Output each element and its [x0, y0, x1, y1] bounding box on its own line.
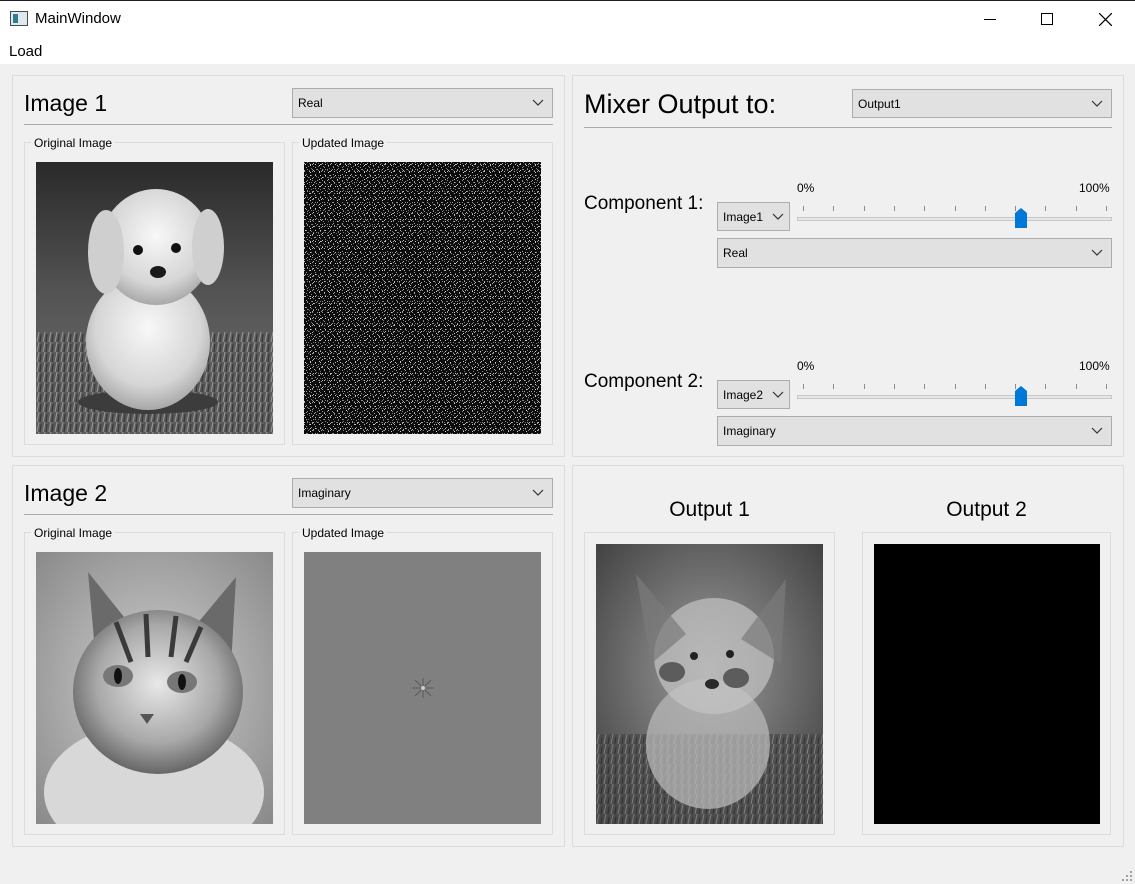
image1-title: Image 1: [24, 90, 108, 116]
image1-component-select[interactable]: Real: [292, 88, 553, 118]
menu-bar: [0, 38, 1135, 64]
component2-image-select[interactable]: Image2: [717, 380, 790, 409]
output2-image: [874, 544, 1100, 824]
slider-tick: [894, 384, 895, 389]
minimize-icon: [984, 19, 996, 20]
window-title: MainWindow: [35, 10, 121, 27]
image2-component-select[interactable]: Imaginary: [292, 478, 553, 508]
component1-image-select[interactable]: Image1: [717, 202, 790, 231]
image2-updated-image: [304, 552, 541, 824]
component1-image-value: Image1: [723, 209, 764, 224]
slider-tick: [1076, 384, 1077, 389]
mixer-output-label: Mixer Output to:: [584, 89, 777, 119]
slider-tick: [924, 206, 925, 211]
component1-slider-track: [797, 217, 1112, 221]
slider-tick: [833, 384, 834, 389]
slider-tick: [924, 384, 925, 389]
component1-slider-max-label: 100%: [1079, 181, 1110, 195]
chevron-down-icon: [772, 213, 784, 220]
slider-tick: [864, 384, 865, 389]
image2-divider: [24, 514, 553, 515]
image1-updated-image: [304, 162, 541, 434]
slider-tick: [1076, 206, 1077, 211]
component1-slider-min-label: 0%: [797, 181, 815, 195]
slider-tick: [894, 206, 895, 211]
slider-tick: [864, 206, 865, 211]
mixer-output-select[interactable]: Output1: [852, 89, 1112, 118]
image2-updated-label: Updated Image: [299, 526, 388, 540]
image1-original-label: Original Image: [31, 136, 116, 150]
component1-type-select[interactable]: Real: [717, 238, 1112, 268]
resize-grip-icon[interactable]: [1121, 870, 1133, 882]
component1-slider[interactable]: [797, 202, 1112, 228]
image1-component-value: Real: [298, 96, 323, 110]
slider-tick: [1106, 206, 1107, 211]
minimize-button[interactable]: [961, 0, 1019, 38]
output2-title: Output 2: [946, 498, 1027, 521]
slider-tick: [1045, 384, 1046, 389]
slider-tick: [803, 384, 804, 389]
component2-image-value: Image2: [723, 387, 764, 402]
close-button[interactable]: [1076, 0, 1134, 38]
image1-divider: [24, 124, 553, 125]
component1-slider-thumb[interactable]: [1015, 208, 1027, 228]
image2-component-value: Imaginary: [298, 486, 351, 500]
menu-load[interactable]: Load: [9, 43, 42, 60]
component2-slider-thumb[interactable]: [1015, 386, 1027, 406]
slider-tick: [955, 206, 956, 211]
maximize-icon: [1041, 13, 1053, 25]
image1-updated-label: Updated Image: [299, 136, 388, 150]
component2-type-select[interactable]: Imaginary: [717, 416, 1112, 446]
output1-image: [596, 544, 823, 824]
component2-slider-min-label: 0%: [797, 359, 815, 373]
slider-tick: [1106, 384, 1107, 389]
mixer-output-value: Output1: [858, 96, 901, 111]
component2-type-value: Imaginary: [723, 424, 776, 438]
close-icon: [1098, 12, 1112, 26]
image2-original-label: Original Image: [31, 526, 116, 540]
component2-slider[interactable]: [797, 380, 1112, 406]
chevron-down-icon: [772, 391, 784, 398]
image2-title: Image 2: [24, 480, 108, 506]
chevron-down-icon: [1091, 249, 1103, 256]
slider-tick: [955, 384, 956, 389]
mixer-divider: [584, 127, 1112, 128]
slider-tick: [833, 206, 834, 211]
image2-original-image: [36, 552, 273, 824]
maximize-button[interactable]: [1018, 0, 1076, 38]
slider-tick: [803, 206, 804, 211]
component2-slider-max-label: 100%: [1079, 359, 1110, 373]
chevron-down-icon: [532, 489, 544, 496]
output1-title: Output 1: [669, 498, 750, 521]
component1-type-value: Real: [723, 246, 748, 260]
component2-label: Component 2:: [584, 371, 704, 392]
component1-label: Component 1:: [584, 193, 704, 214]
app-icon: [10, 11, 28, 26]
slider-tick: [985, 206, 986, 211]
slider-tick: [985, 384, 986, 389]
image1-original-image: [36, 162, 273, 434]
chevron-down-icon: [1091, 100, 1103, 107]
slider-tick: [1045, 206, 1046, 211]
chevron-down-icon: [532, 99, 544, 106]
component2-slider-track: [797, 395, 1112, 399]
chevron-down-icon: [1091, 427, 1103, 434]
